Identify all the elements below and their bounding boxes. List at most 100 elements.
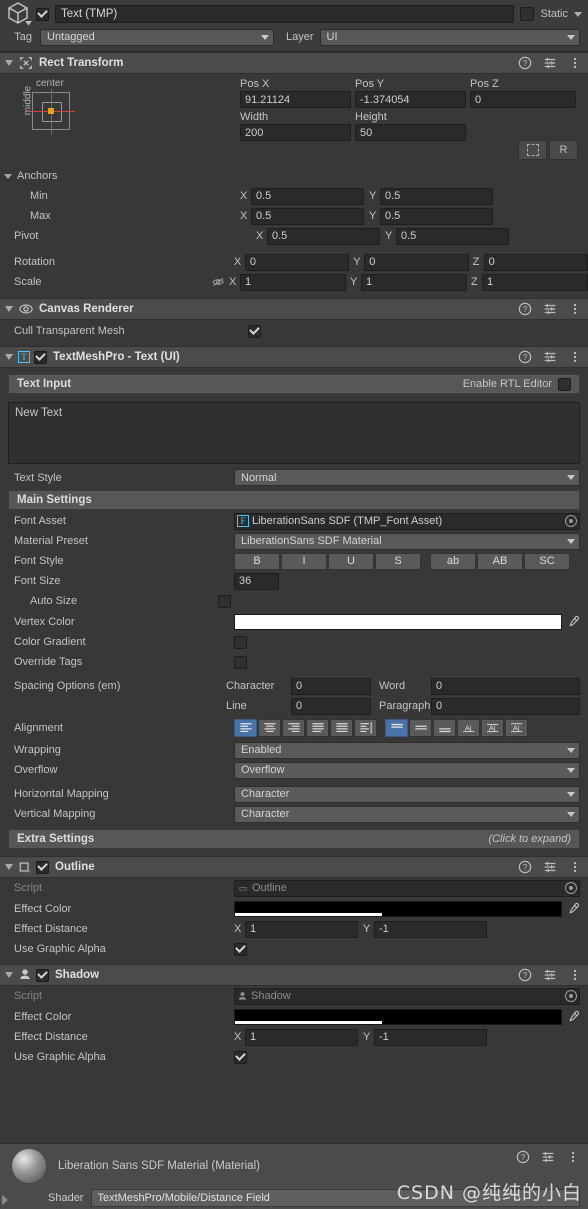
more-menu-icon[interactable]: [566, 1150, 580, 1164]
help-icon[interactable]: ?: [518, 56, 532, 70]
object-picker-icon[interactable]: [565, 515, 577, 527]
help-icon[interactable]: ?: [518, 860, 532, 874]
eyedropper-icon[interactable]: [564, 614, 582, 630]
foldout-tmp-text[interactable]: [3, 354, 15, 360]
help-icon[interactable]: ?: [518, 350, 532, 364]
horizontal-mapping-dropdown[interactable]: Character: [234, 785, 580, 803]
foldout-shadow[interactable]: [3, 972, 15, 978]
foldout-rect-transform[interactable]: [3, 60, 15, 66]
outline-enabled-checkbox[interactable]: [36, 860, 49, 874]
height-field[interactable]: 50: [355, 124, 466, 141]
font-style-uppercase-button[interactable]: AB: [477, 552, 523, 570]
vertex-color-swatch[interactable]: [234, 613, 562, 630]
override-tags-checkbox[interactable]: [234, 655, 247, 669]
preset-icon[interactable]: [543, 302, 557, 316]
scale-x-field[interactable]: 1: [240, 273, 347, 291]
rotation-z-field[interactable]: 0: [483, 253, 588, 271]
shadow-effect-distance-y-field[interactable]: -1: [374, 1028, 487, 1046]
more-menu-icon[interactable]: [568, 56, 582, 70]
shader-dropdown[interactable]: TextMeshPro/Mobile/Distance Field: [91, 1189, 580, 1207]
cube-icon[interactable]: [6, 1, 34, 27]
shadow-enabled-checkbox[interactable]: [36, 968, 49, 982]
font-style-strikethrough-button[interactable]: S: [375, 552, 421, 570]
eyedropper-icon[interactable]: [564, 1009, 582, 1025]
component-header-tmp-text[interactable]: T TextMeshPro - Text (UI) ?: [0, 346, 588, 368]
outline-effect-distance-y-field[interactable]: -1: [374, 920, 487, 938]
raw-edit-mode-button[interactable]: R: [549, 140, 578, 160]
constrain-proportions-icon[interactable]: [210, 276, 229, 288]
rotation-x-field[interactable]: 0: [244, 253, 350, 271]
font-style-lowercase-button[interactable]: ab: [430, 552, 476, 570]
anchors-foldout-row[interactable]: Anchors: [0, 166, 588, 186]
material-header[interactable]: Liberation Sans SDF Material (Material) …: [0, 1143, 588, 1187]
font-style-italic-button[interactable]: I: [281, 552, 327, 570]
help-icon[interactable]: ?: [518, 302, 532, 316]
static-checkbox[interactable]: [520, 7, 535, 21]
blueprint-mode-button[interactable]: [518, 140, 547, 160]
font-size-field[interactable]: 36: [234, 572, 279, 590]
gameobject-name-field[interactable]: Text (TMP): [55, 5, 515, 23]
scale-z-field[interactable]: 1: [482, 273, 588, 291]
foldout-canvas-renderer[interactable]: [3, 306, 15, 312]
tmp-enabled-checkbox[interactable]: [34, 350, 47, 364]
align-left-button[interactable]: [234, 719, 257, 737]
pos-y-field[interactable]: -1.374054: [355, 91, 466, 108]
text-style-dropdown[interactable]: Normal: [234, 469, 580, 486]
font-style-smallcaps-button[interactable]: SC: [524, 552, 570, 570]
object-picker-icon[interactable]: [565, 990, 577, 1002]
scale-y-field[interactable]: 1: [361, 273, 468, 291]
material-preset-dropdown[interactable]: LiberationSans SDF Material: [234, 532, 580, 550]
preset-icon[interactable]: [541, 1150, 555, 1164]
preset-icon[interactable]: [543, 860, 557, 874]
color-gradient-checkbox[interactable]: [234, 635, 247, 649]
static-dropdown-arrow-icon[interactable]: [574, 11, 582, 17]
component-header-canvas-renderer[interactable]: Canvas Renderer ?: [0, 298, 588, 320]
component-header-rect-transform[interactable]: Rect Transform ?: [0, 52, 588, 74]
text-input-section-header[interactable]: Text Input Enable RTL Editor: [8, 374, 580, 394]
align-bottom-button[interactable]: [433, 719, 456, 737]
preset-icon[interactable]: [543, 350, 557, 364]
align-flush-button[interactable]: [330, 719, 353, 737]
eyedropper-icon[interactable]: [564, 901, 582, 917]
anchor-min-y-field[interactable]: 0.5: [380, 187, 493, 205]
font-style-underline-button[interactable]: U: [328, 552, 374, 570]
anchor-preset-widget[interactable]: center middle: [14, 78, 94, 146]
extra-settings-header[interactable]: Extra Settings (Click to expand): [8, 829, 580, 849]
align-capline-button[interactable]: Aj: [505, 719, 528, 737]
pivot-y-field[interactable]: 0.5: [396, 227, 509, 245]
align-right-button[interactable]: [282, 719, 305, 737]
outline-effect-color-swatch[interactable]: [234, 900, 562, 917]
cull-transparent-mesh-checkbox[interactable]: [248, 324, 261, 338]
anchor-max-y-field[interactable]: 0.5: [380, 207, 493, 225]
shadow-use-graphic-alpha-checkbox[interactable]: [234, 1050, 247, 1064]
outline-use-graphic-alpha-checkbox[interactable]: [234, 942, 247, 956]
pos-z-field[interactable]: 0: [470, 91, 576, 108]
shadow-effect-color-swatch[interactable]: [234, 1008, 562, 1025]
help-icon[interactable]: ?: [516, 1150, 530, 1164]
spacing-line-field[interactable]: 0: [291, 697, 371, 715]
vertical-mapping-dropdown[interactable]: Character: [234, 805, 580, 823]
component-header-shadow[interactable]: Shadow ?: [0, 964, 588, 986]
preset-icon[interactable]: [543, 56, 557, 70]
shadow-effect-distance-x-field[interactable]: 1: [245, 1028, 358, 1046]
font-asset-objectfield[interactable]: F LiberationSans SDF (TMP_Font Asset): [234, 512, 580, 530]
component-header-outline[interactable]: Outline ?: [0, 856, 588, 878]
main-settings-header[interactable]: Main Settings: [8, 490, 580, 510]
auto-size-checkbox[interactable]: [218, 594, 231, 608]
more-menu-icon[interactable]: [568, 968, 582, 982]
help-icon[interactable]: ?: [518, 968, 532, 982]
wrapping-dropdown[interactable]: Enabled: [234, 741, 580, 759]
spacing-paragraph-field[interactable]: 0: [431, 697, 580, 715]
enable-rtl-editor-checkbox[interactable]: [558, 377, 571, 391]
text-input-textarea[interactable]: New Text: [8, 402, 580, 464]
align-midline-button[interactable]: Aj: [481, 719, 504, 737]
gameobject-enabled-checkbox[interactable]: [36, 7, 49, 21]
expand-arrow-icon[interactable]: [2, 1195, 8, 1205]
layer-dropdown[interactable]: UI: [319, 28, 580, 46]
rotation-y-field[interactable]: 0: [364, 253, 469, 271]
overflow-dropdown[interactable]: Overflow: [234, 761, 580, 779]
font-style-bold-button[interactable]: B: [234, 552, 280, 570]
pos-x-field[interactable]: 91.21124: [240, 91, 351, 108]
align-geometry-button[interactable]: [354, 719, 377, 737]
align-baseline-button[interactable]: Aj: [457, 719, 480, 737]
